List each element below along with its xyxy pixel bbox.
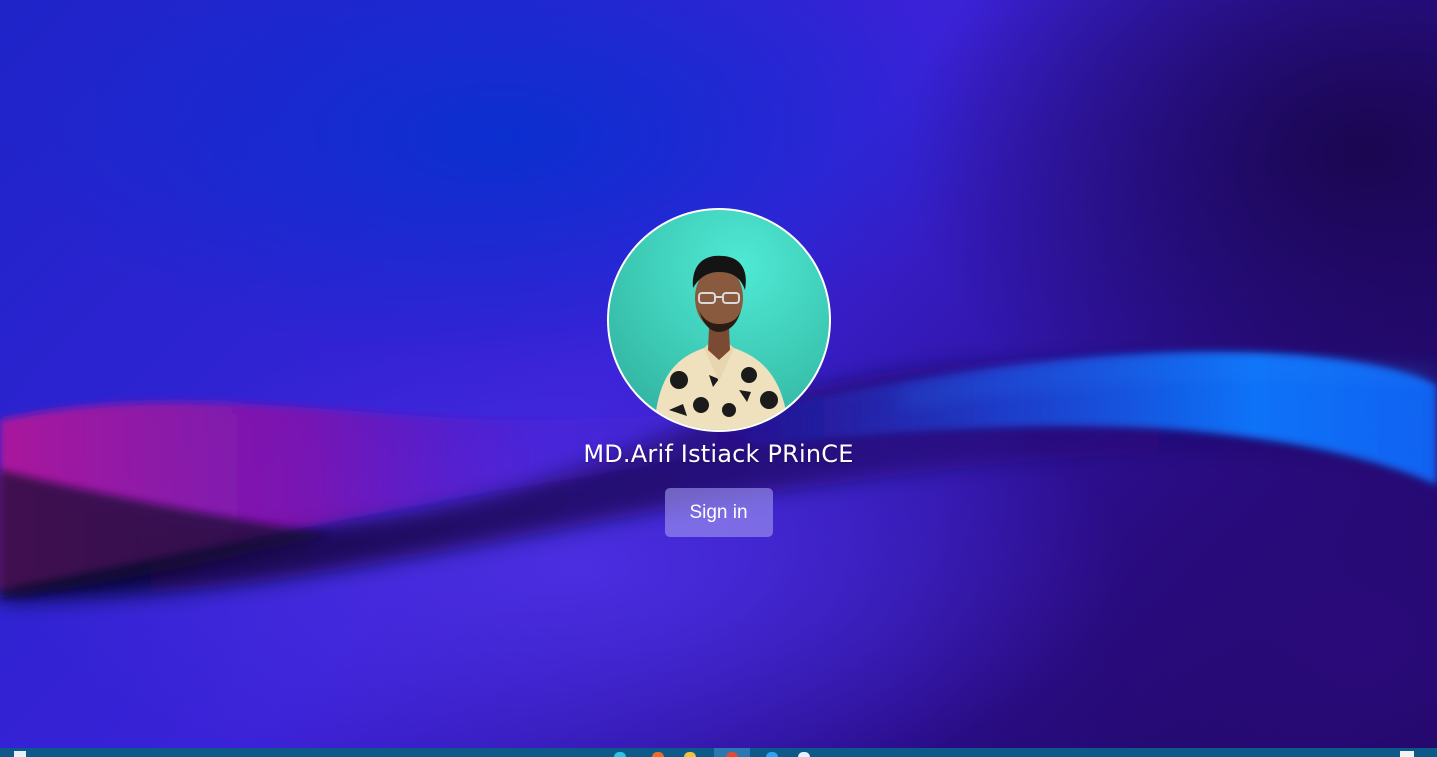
sign-in-button[interactable]: Sign in [664, 488, 773, 537]
start-icon[interactable] [14, 751, 26, 757]
profile-photo-icon [653, 255, 789, 430]
chrome-icon[interactable] [726, 752, 738, 757]
login-panel: MD.Arif Istiack PRinCE Sign in [0, 208, 1437, 537]
search-icon[interactable] [614, 752, 626, 757]
user-display-name: MD.Arif Istiack PRinCE [583, 440, 854, 468]
lock-screen: MD.Arif Istiack PRinCE Sign in [0, 0, 1437, 757]
edge-icon[interactable] [798, 752, 810, 757]
vscode-icon[interactable] [766, 752, 778, 757]
notification-icon[interactable] [1400, 751, 1414, 757]
user-avatar [606, 208, 831, 432]
file-explorer-icon[interactable] [684, 752, 696, 757]
taskbar [0, 748, 1437, 757]
firefox-icon[interactable] [652, 752, 664, 757]
